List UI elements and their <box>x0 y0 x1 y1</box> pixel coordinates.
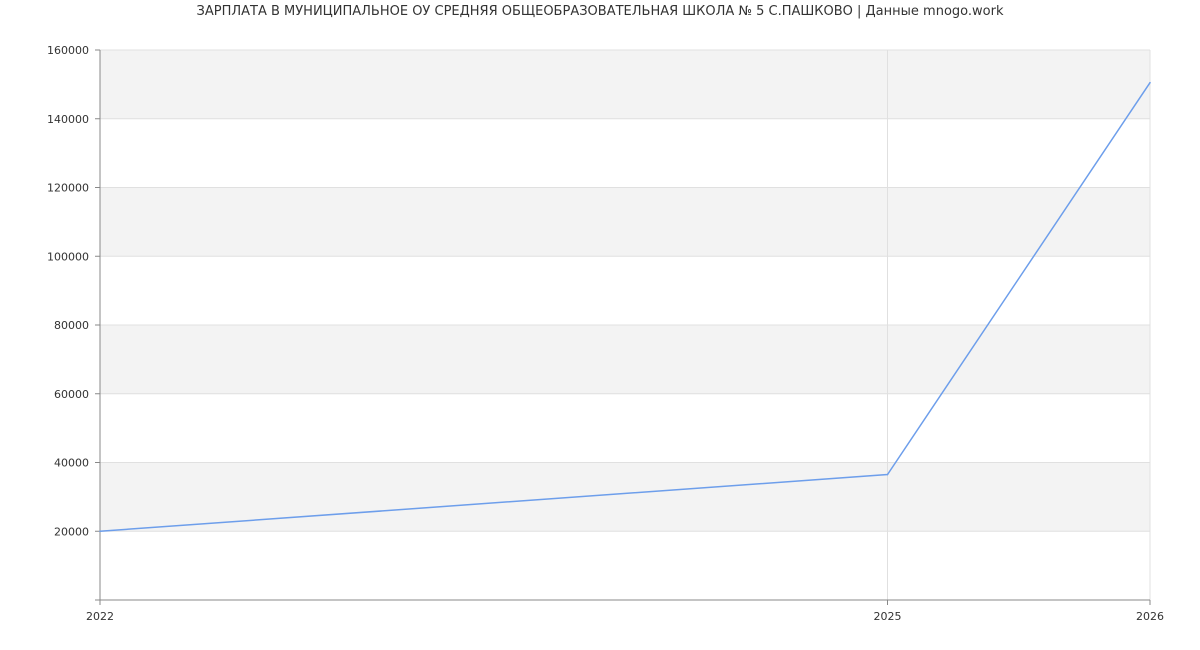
chart-plot: 20000 40000 60000 80000 100000 120000 140000 16… <box>47 44 1164 623</box>
chart: ЗАРПЛАТА В МУНИЦИПАЛЬНОЕ ОУ СРЕДНЯЯ ОБЩЕ… <box>0 0 1200 650</box>
y-tick-label: 140000 <box>47 113 89 126</box>
y-tick-label: 60000 <box>54 388 89 401</box>
y-tick-label: 100000 <box>47 250 89 263</box>
y-tick-label: 120000 <box>47 182 89 195</box>
x-tick-label: 2025 <box>874 610 902 623</box>
grid-band <box>100 50 1150 119</box>
x-tick-label: 2026 <box>1136 610 1164 623</box>
data-point <box>1149 81 1151 84</box>
grid-band <box>100 325 1150 394</box>
y-tick-label: 20000 <box>54 525 89 538</box>
y-tick-label: 160000 <box>47 44 89 57</box>
x-tick-label: 2022 <box>86 610 114 623</box>
y-tick-labels: 20000 40000 60000 80000 100000 120000 140000 16… <box>47 44 89 538</box>
x-tick-labels: 2022 2025 2026 <box>86 610 1164 623</box>
data-point <box>886 473 889 476</box>
background-bands <box>100 50 1150 532</box>
data-point <box>99 530 101 533</box>
y-tick-label: 80000 <box>54 319 89 332</box>
grid-band <box>100 187 1150 257</box>
grid-band <box>100 462 1150 532</box>
y-tick-label: 40000 <box>54 457 89 470</box>
